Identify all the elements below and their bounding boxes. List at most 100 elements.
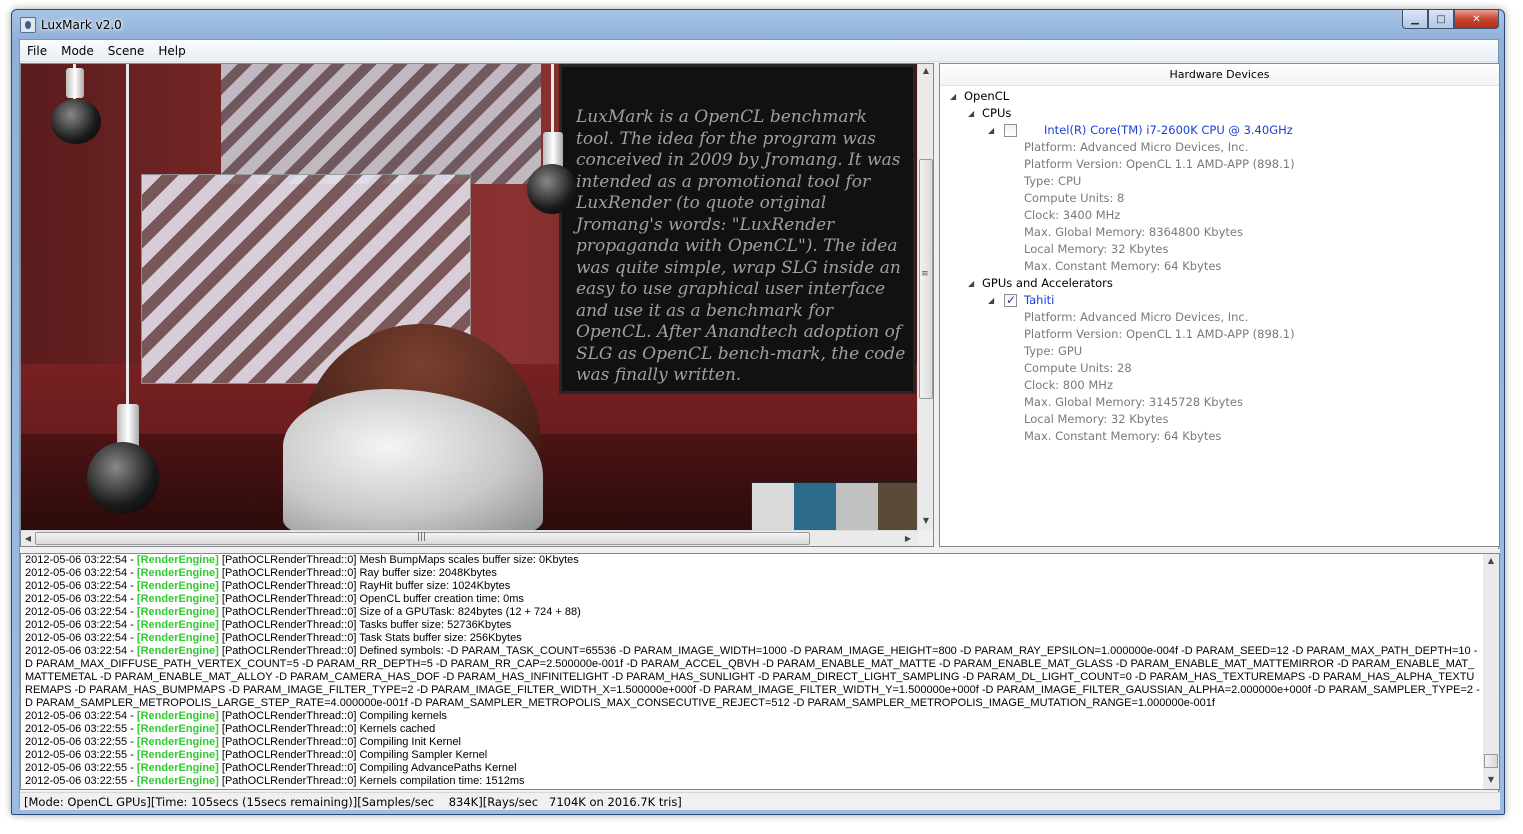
gpu-prop-platform-version: Platform Version: OpenCL 1.1 AMD-APP (89… [1024, 327, 1295, 341]
log-line: 2012-05-06 03:22:54 - [RenderEngine] [Pa… [25, 632, 1480, 645]
log-timestamp: 2012-05-06 03:22:55 - [25, 723, 137, 735]
log-message: [PathOCLRenderThread::0] OpenCL buffer c… [218, 593, 524, 605]
menu-scene[interactable]: Scene [101, 40, 152, 62]
log-tag: [RenderEngine] [136, 580, 219, 592]
hardware-devices-header[interactable]: Hardware Devices [940, 64, 1499, 86]
lamp-socket-left-top [66, 68, 84, 98]
log-message: [PathOCLRenderThread::0] Kernels cached [218, 723, 436, 735]
log-message: [PathOCLRenderThread::0] Compiling Sampl… [218, 749, 488, 761]
blackboard-text: LuxMark is a OpenCL benchmark tool. The … [576, 107, 906, 385]
log-timestamp: 2012-05-06 03:22:54 - [25, 567, 137, 579]
title-bar[interactable]: LuxMark v2.0 ▁ □ ✕ [12, 10, 1504, 39]
log-line: 2012-05-06 03:22:54 - [RenderEngine] [Pa… [25, 554, 1480, 567]
log-tag: [RenderEngine] [136, 593, 219, 605]
minimize-button[interactable]: ▁ [1402, 10, 1428, 29]
close-icon: ✕ [1472, 13, 1481, 25]
log-line: 2012-05-06 03:22:54 - [RenderEngine] [Pa… [25, 645, 1480, 710]
log-tag: [RenderEngine] [136, 775, 219, 787]
log-tag: [RenderEngine] [136, 645, 219, 657]
close-button[interactable]: ✕ [1454, 10, 1499, 29]
log-message: [PathOCLRenderThread::0] RayHit buffer s… [218, 580, 511, 592]
expand-triangle-icon[interactable]: ◢ [968, 275, 978, 292]
log-line: 2012-05-06 03:22:55 - [RenderEngine] [Pa… [25, 775, 1480, 788]
tree-node-gpu-device[interactable]: ◢ Tahiti [988, 292, 1054, 309]
render-view[interactable]: LuxMark is a OpenCL benchmark tool. The … [20, 63, 934, 547]
cpu-device-checkbox[interactable] [1004, 124, 1017, 137]
render-horizontal-scrollbar[interactable]: ◀ ||| ▶ [21, 530, 918, 546]
log-tag: [RenderEngine] [136, 749, 219, 761]
log-timestamp: 2012-05-06 03:22:54 - [25, 710, 137, 722]
tree-node-opencl[interactable]: ◢ OpenCL [950, 88, 1009, 105]
log-line: 2012-05-06 03:22:54 - [RenderEngine] [Pa… [25, 619, 1480, 632]
cpu-prop-platform-version: Platform Version: OpenCL 1.1 AMD-APP (89… [1024, 157, 1295, 171]
expand-triangle-icon[interactable]: ◢ [950, 88, 960, 105]
log-message: [PathOCLRenderThread::0] Task Stats buff… [218, 632, 522, 644]
scroll-left-icon[interactable]: ◀ [21, 532, 35, 546]
status-bar: [Mode: OpenCL GPUs][Time: 105secs (15sec… [20, 792, 1500, 810]
log-line: 2012-05-06 03:22:54 - [RenderEngine] [Pa… [25, 606, 1480, 619]
scroll-up-icon[interactable]: ▲ [919, 64, 933, 78]
log-timestamp: 2012-05-06 03:22:54 - [25, 645, 137, 657]
log-line: 2012-05-06 03:22:54 - [RenderEngine] [Pa… [25, 710, 1480, 723]
hardware-devices-panel: Hardware Devices ◢ OpenCL ◢ CPUs ◢ Intel… [939, 63, 1500, 547]
log-line: 2012-05-06 03:22:54 - [RenderEngine] [Pa… [25, 567, 1480, 580]
cpu-prop-platform: Platform: Advanced Micro Devices, Inc. [1024, 140, 1249, 154]
scroll-down-icon[interactable]: ▼ [1484, 773, 1498, 787]
grip-icon: ≡ [921, 269, 929, 279]
expand-triangle-icon[interactable]: ◢ [988, 292, 998, 309]
log-line: 2012-05-06 03:22:54 - [RenderEngine] [Pa… [25, 580, 1480, 593]
log-message: [PathOCLRenderThread::0] Kernels compila… [218, 775, 525, 787]
log-line: 2012-05-06 03:22:55 - [RenderEngine] [Pa… [25, 723, 1480, 736]
scroll-up-icon[interactable]: ▲ [1484, 554, 1498, 568]
cpu-prop-global-memory: Max. Global Memory: 8364800 Kbytes [1024, 225, 1243, 239]
client-area: File Mode Scene Help LuxMark is a OpenCL… [19, 39, 1500, 810]
menu-help[interactable]: Help [151, 40, 192, 62]
log-timestamp: 2012-05-06 03:22:55 - [25, 736, 137, 748]
log-tag: [RenderEngine] [136, 632, 219, 644]
gpu-prop-platform: Platform: Advanced Micro Devices, Inc. [1024, 310, 1249, 324]
render-vertical-thumb[interactable] [919, 159, 933, 399]
log-message: [PathOCLRenderThread::0] Compiling Advan… [218, 762, 517, 774]
tree-node-cpus[interactable]: ◢ CPUs [968, 105, 1011, 122]
log-line: 2012-05-06 03:22:55 - [RenderEngine] [Pa… [25, 762, 1480, 775]
render-vertical-scrollbar[interactable]: ▲ ≡ ▼ [917, 64, 933, 530]
gpu-prop-local-memory: Local Memory: 32 Kbytes [1024, 412, 1169, 426]
log-message: [PathOCLRenderThread::0] Ray buffer size… [218, 567, 497, 579]
log-message: [PathOCLRenderThread::0] Mesh BumpMaps s… [218, 554, 579, 566]
log-tag: [RenderEngine] [136, 619, 219, 631]
log-text: 2012-05-06 03:22:54 - [RenderEngine] [Pa… [25, 554, 1480, 788]
log-timestamp: 2012-05-06 03:22:54 - [25, 632, 137, 644]
log-line: 2012-05-06 03:22:55 - [RenderEngine] [Pa… [25, 736, 1480, 749]
scene-paper-top [221, 64, 541, 184]
lamp-bulb-left [87, 442, 159, 514]
expand-triangle-icon[interactable]: ◢ [968, 105, 978, 122]
menu-file[interactable]: File [20, 40, 54, 62]
app-icon[interactable] [20, 17, 36, 33]
log-line: 2012-05-06 03:22:55 - [RenderEngine] [Pa… [25, 749, 1480, 762]
gpu-device-checkbox[interactable] [1004, 292, 1017, 309]
tree-label-opencl: OpenCL [964, 89, 1010, 103]
cpu-device-name: Intel(R) Core(TM) i7-2600K CPU @ 3.40GHz [1044, 123, 1293, 137]
lamp-bulb-center [527, 164, 577, 214]
log-vertical-thumb[interactable] [1484, 754, 1498, 768]
gpu-prop-type: Type: GPU [1024, 344, 1083, 358]
log-tag: [RenderEngine] [136, 606, 219, 618]
log-panel[interactable]: 2012-05-06 03:22:54 - [RenderEngine] [Pa… [20, 553, 1500, 790]
lamp-cord-left [126, 64, 129, 409]
tree-node-cpu-device[interactable]: ◢ Intel(R) Core(TM) i7-2600K CPU @ 3.40G… [988, 122, 1293, 139]
log-message: [PathOCLRenderThread::0] Compiling Init … [218, 736, 461, 748]
cpu-prop-local-memory: Local Memory: 32 Kbytes [1024, 242, 1169, 256]
scroll-down-icon[interactable]: ▼ [919, 514, 933, 528]
maximize-button[interactable]: □ [1428, 10, 1454, 29]
log-vertical-scrollbar[interactable]: ▲ ▼ [1483, 554, 1499, 789]
tree-node-gpus[interactable]: ◢ GPUs and Accelerators [968, 275, 1113, 292]
cpu-prop-constant-memory: Max. Constant Memory: 64 Kbytes [1024, 259, 1222, 273]
grip-icon: ||| [417, 532, 427, 542]
menu-mode[interactable]: Mode [54, 40, 101, 62]
expand-triangle-icon[interactable]: ◢ [988, 122, 998, 139]
caption-buttons: ▁ □ ✕ [1402, 10, 1499, 29]
scroll-right-icon[interactable]: ▶ [901, 532, 915, 546]
lamp-cord-center [551, 64, 554, 134]
menu-bar: File Mode Scene Help [20, 40, 1498, 62]
log-timestamp: 2012-05-06 03:22:54 - [25, 606, 137, 618]
